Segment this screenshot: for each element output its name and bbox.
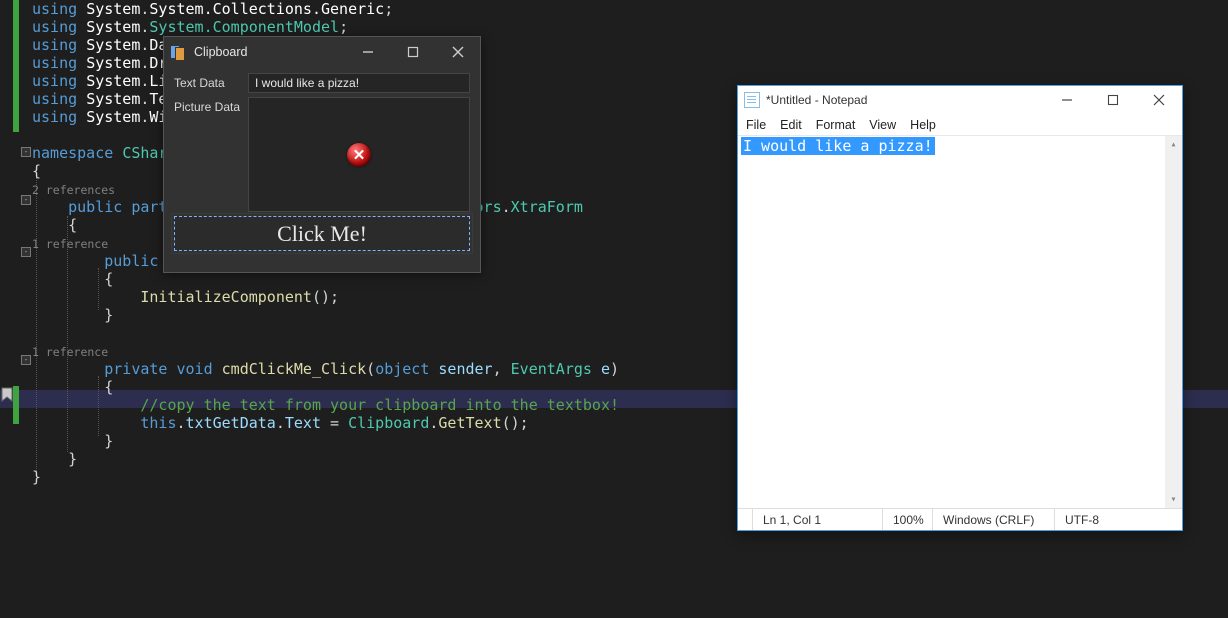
status-encoding: UTF-8 bbox=[1054, 509, 1182, 530]
code-text: void bbox=[177, 360, 213, 378]
code-text: this bbox=[140, 414, 176, 432]
maximize-button[interactable] bbox=[390, 37, 435, 67]
text-data-input[interactable] bbox=[248, 73, 470, 93]
minimize-button[interactable] bbox=[1044, 86, 1090, 114]
fold-toggle[interactable]: - bbox=[21, 147, 31, 157]
menu-help[interactable]: Help bbox=[910, 118, 936, 132]
code-text: Text bbox=[285, 414, 321, 432]
close-button[interactable] bbox=[1136, 86, 1182, 114]
code-text: e bbox=[601, 360, 610, 378]
minimize-button[interactable] bbox=[345, 37, 390, 67]
click-me-button[interactable]: Click Me! bbox=[174, 216, 470, 251]
window-title: Clipboard bbox=[194, 45, 248, 59]
code-text: sender bbox=[438, 360, 492, 378]
picture-data-label: Picture Data bbox=[174, 97, 248, 114]
code-text: GetText bbox=[438, 414, 501, 432]
menu-bar: File Edit Format View Help bbox=[738, 114, 1182, 136]
error-icon: ✕ bbox=[347, 143, 371, 167]
status-zoom: 100% bbox=[882, 509, 932, 530]
picture-data-box: ✕ bbox=[248, 97, 470, 212]
code-text: private bbox=[104, 360, 167, 378]
code-comment: //copy the text from your clipboard into… bbox=[140, 396, 619, 414]
menu-format[interactable]: Format bbox=[816, 118, 856, 132]
codelens[interactable]: 1 reference bbox=[32, 345, 108, 359]
fold-toggle[interactable]: - bbox=[21, 195, 31, 205]
code-text: cmdClickMe_Click bbox=[222, 360, 367, 378]
menu-edit[interactable]: Edit bbox=[780, 118, 802, 132]
scroll-down-icon[interactable]: ▾ bbox=[1165, 491, 1182, 508]
code-text: object bbox=[375, 360, 429, 378]
clipboard-window[interactable]: Clipboard Text Data Picture Data ✕ Click… bbox=[163, 36, 481, 273]
code-text: Clipboard bbox=[348, 414, 429, 432]
notepad-icon bbox=[744, 92, 760, 108]
titlebar[interactable]: *Untitled - Notepad bbox=[738, 86, 1182, 114]
menu-view[interactable]: View bbox=[869, 118, 896, 132]
code-text: System.Collections.Generic bbox=[149, 0, 384, 18]
app-icon bbox=[170, 45, 188, 59]
codelens[interactable]: 1 reference bbox=[32, 237, 108, 251]
code-text: InitializeComponent bbox=[140, 288, 312, 306]
notepad-window[interactable]: *Untitled - Notepad File Edit Format Vie… bbox=[737, 85, 1183, 531]
code-text: txtGetData bbox=[186, 414, 276, 432]
fold-toggle[interactable]: - bbox=[21, 247, 31, 257]
text-data-label: Text Data bbox=[174, 73, 248, 90]
code-text: XtraForm bbox=[511, 198, 583, 216]
scroll-up-icon[interactable]: ▴ bbox=[1165, 136, 1182, 153]
selected-text: I would like a pizza! bbox=[741, 137, 935, 155]
status-bar: Ln 1, Col 1 100% Windows (CRLF) UTF-8 bbox=[738, 508, 1182, 530]
fold-toggle[interactable]: - bbox=[21, 355, 31, 365]
bookmark-icon bbox=[0, 387, 14, 402]
close-button[interactable] bbox=[435, 37, 480, 67]
titlebar[interactable]: Clipboard bbox=[164, 37, 480, 67]
scrollbar-vertical[interactable]: ▴ ▾ bbox=[1165, 136, 1182, 508]
codelens[interactable]: 2 references bbox=[32, 183, 115, 197]
code-text: public bbox=[104, 252, 158, 270]
status-lineend: Windows (CRLF) bbox=[932, 509, 1054, 530]
window-title: *Untitled - Notepad bbox=[766, 93, 867, 107]
code-text: EventArgs bbox=[511, 360, 592, 378]
text-area[interactable]: I would like a pizza! ▴ ▾ bbox=[738, 136, 1182, 508]
status-position: Ln 1, Col 1 bbox=[752, 509, 882, 530]
maximize-button[interactable] bbox=[1090, 86, 1136, 114]
menu-file[interactable]: File bbox=[746, 118, 766, 132]
code-text: System.ComponentModel bbox=[149, 18, 339, 36]
